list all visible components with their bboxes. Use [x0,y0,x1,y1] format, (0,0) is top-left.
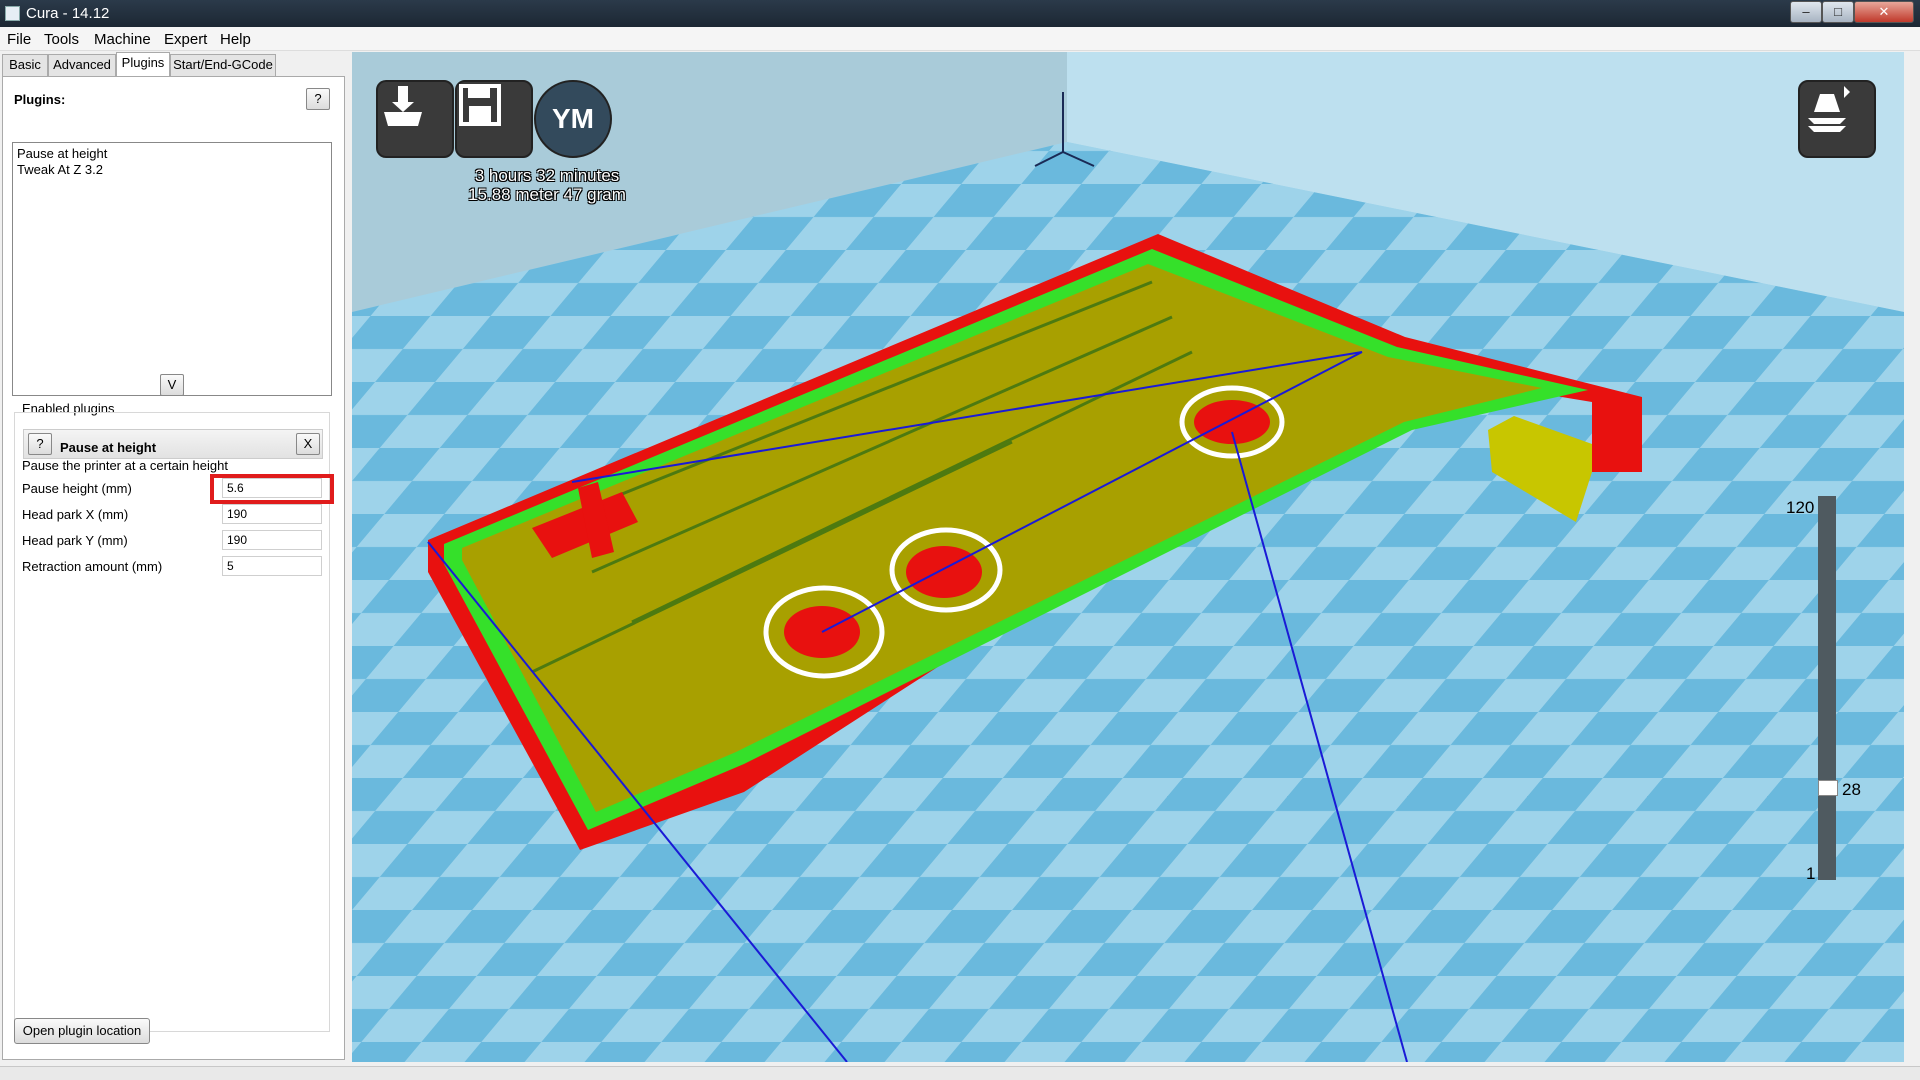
print-material: 15.88 meter 47 gram [468,185,626,204]
save-toolpath-icon [459,84,501,126]
tab-start-end-gcode[interactable]: Start/End-GCode [170,54,276,76]
menu-file[interactable]: File [7,31,31,48]
param-label-head-park-y: Head park Y (mm) [22,533,128,548]
head-park-y-input[interactable]: 190 [222,530,322,550]
maximize-button[interactable]: □ [1822,1,1854,23]
menu-expert[interactable]: Expert [164,31,207,48]
menu-bar: File Tools Machine Expert Help [0,27,1920,51]
layer-current-label: 28 [1842,780,1861,799]
plugin-description: Pause the printer at a certain height [22,458,228,473]
menu-machine[interactable]: Machine [94,31,151,48]
plugin-list-item-pause-at-height[interactable]: Pause at height [13,146,331,162]
open-plugin-location-button[interactable]: Open plugin location [14,1018,150,1044]
menu-help[interactable]: Help [220,31,251,48]
plugin-list-item-tweak-at-z[interactable]: Tweak At Z 3.2 [13,162,331,178]
load-model-button[interactable] [376,80,454,158]
plugin-help-button[interactable]: ? [28,433,52,455]
close-button[interactable]: ✕ [1854,1,1914,23]
title-bar: Cura - 14.12 – □ ✕ [0,0,1920,27]
view-mode-button[interactable] [1798,80,1876,158]
layer-slider-thumb[interactable] [1818,780,1838,796]
minimize-button[interactable]: – [1790,1,1822,23]
param-label-pause-height: Pause height (mm) [22,481,132,496]
plugin-header: ? Pause at height X [23,429,323,459]
print-time: 3 hours 32 minutes [474,166,620,185]
tab-plugins[interactable]: Plugins [116,52,170,77]
settings-panel: Basic Advanced Plugins Start/End-GCode P… [0,52,348,1062]
save-toolpath-button[interactable] [455,80,533,158]
tab-basic[interactable]: Basic [2,54,48,76]
head-park-x-input[interactable]: 190 [222,504,322,524]
status-bar [0,1066,1920,1080]
plugins-label: Plugins: [14,92,66,107]
3d-viewport[interactable]: YM 3 hours 32 minutes 15.88 meter 47 gra… [352,52,1904,1062]
load-model-icon [384,86,422,126]
retraction-amount-input[interactable]: 5 [222,556,322,576]
remove-plugin-button[interactable]: X [296,433,320,455]
window-title: Cura - 14.12 [26,5,110,22]
available-plugins-list[interactable]: Pause at height Tweak At Z 3.2 [12,142,332,396]
param-label-head-park-x: Head park X (mm) [22,507,129,522]
youmagine-button[interactable]: YM [534,80,612,158]
layer-slider[interactable] [1818,496,1836,880]
view-mode-icon [1808,86,1850,132]
param-label-retraction-amount: Retraction amount (mm) [22,559,163,574]
tab-advanced[interactable]: Advanced [48,54,116,76]
add-plugin-button[interactable]: V [160,374,184,396]
plugins-help-button[interactable]: ? [306,88,330,110]
cura-app-icon [5,6,20,21]
layer-min-label: 1 [1806,864,1816,883]
layer-max-label: 120 [1786,498,1815,517]
youmagine-icon: YM [552,103,594,134]
pause-height-highlight [210,474,334,504]
plugin-name: Pause at height [60,440,157,455]
menu-tools[interactable]: Tools [44,31,79,48]
